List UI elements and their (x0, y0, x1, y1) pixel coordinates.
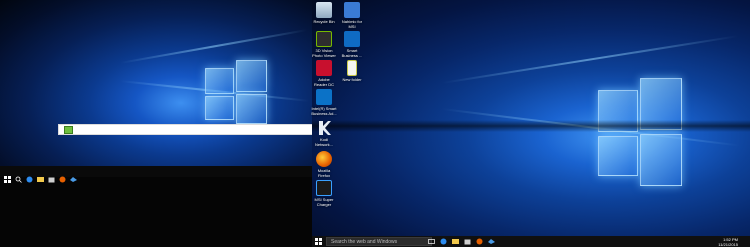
kodi-icon (316, 120, 332, 136)
recycle-bin-icon (316, 2, 332, 18)
nahimic-icon (344, 2, 360, 18)
desktop-icon-3d-vision[interactable]: 3D Vision Photo Viewer (311, 31, 337, 58)
desktop-icon-kodi[interactable]: Kodi Network... (311, 120, 337, 147)
desktop-icon-acrobat[interactable]: Adobe Reader DC (311, 60, 337, 87)
app-icon[interactable] (70, 168, 77, 182)
start-icon[interactable] (4, 168, 11, 183)
edge-icon[interactable] (26, 168, 33, 183)
clock-date: 11/21/2015 (718, 241, 738, 247)
windows-logo-wallpaper (598, 78, 682, 188)
desktop-icon-firefox[interactable]: Mozilla Firefox (311, 151, 337, 178)
desktop-icon-new-folder[interactable]: New folder (339, 60, 365, 82)
firefox-icon (316, 151, 332, 167)
app-icon[interactable] (488, 238, 495, 245)
left-monitor-dark-area (0, 166, 312, 247)
notifications-icon[interactable] (741, 239, 746, 244)
system-tray: 1:52 PM 11/21/2015 (694, 236, 746, 247)
desktop-icon-smart-business[interactable]: Smart Business ... (339, 31, 365, 58)
start-icon[interactable] (315, 238, 322, 245)
shadow-band (312, 120, 750, 132)
store-icon[interactable] (464, 238, 471, 245)
file-explorer-icon[interactable] (37, 168, 44, 182)
firefox-icon[interactable] (476, 238, 483, 245)
smart-business-icon (344, 31, 360, 47)
intel-icon (316, 89, 332, 105)
white-bar[interactable] (58, 124, 312, 135)
desktop-icon-msi-charger[interactable]: MSI Super Charger (311, 180, 337, 207)
light-beam (441, 35, 739, 84)
msi-charger-icon (316, 180, 332, 196)
right-taskbar: Search the web and Windows 1:52 PM 11/21… (312, 236, 750, 247)
chevron-up-icon[interactable] (694, 239, 699, 244)
file-explorer-icon[interactable] (452, 238, 459, 245)
light-beam (119, 29, 308, 64)
acrobat-icon (316, 60, 332, 76)
3d-vision-icon (316, 31, 332, 47)
edge-icon[interactable] (440, 238, 447, 245)
folder-icon (347, 60, 357, 76)
desktop-screen: Recycle Bin Nahimic for MSI 3D Vision Ph… (0, 0, 750, 247)
taskbar-apps (428, 237, 495, 246)
desktop-icon-intel[interactable]: Intel(R) Smart Business Ad... (311, 89, 337, 116)
left-taskbar (0, 166, 312, 183)
volume-icon[interactable] (710, 239, 715, 244)
firefox-icon[interactable] (59, 168, 66, 183)
search-placeholder: Search the web and Windows (331, 239, 398, 245)
windows-logo-wallpaper (205, 60, 267, 124)
desktop-icon-nahimic[interactable]: Nahimic for MSI (339, 2, 365, 29)
task-view-icon[interactable] (428, 238, 435, 245)
store-icon[interactable] (48, 168, 55, 183)
search-input[interactable]: Search the web and Windows (326, 237, 432, 246)
clock[interactable]: 1:52 PM 11/21/2015 (718, 237, 738, 247)
search-icon[interactable] (15, 168, 22, 183)
desktop-icon-recycle-bin[interactable]: Recycle Bin (311, 2, 337, 24)
right-monitor-wallpaper (312, 0, 750, 247)
app-icon (64, 126, 73, 134)
network-icon[interactable] (702, 239, 707, 244)
left-monitor-wallpaper (0, 0, 312, 166)
